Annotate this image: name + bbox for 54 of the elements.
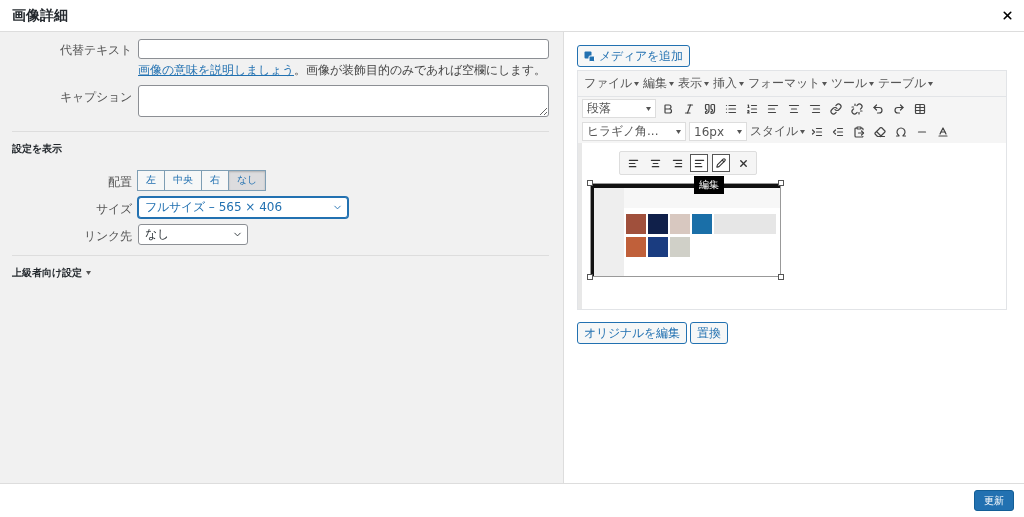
font-select[interactable]: ヒラギノ角...: [582, 122, 686, 141]
window-title: 画像詳細: [12, 6, 68, 25]
alignment-option[interactable]: なし: [228, 169, 266, 191]
update-button[interactable]: 更新: [974, 490, 1014, 511]
image-align-icon[interactable]: [690, 154, 708, 172]
caption-field[interactable]: [138, 84, 549, 117]
tooltip: 編集: [694, 176, 724, 194]
resize-handle[interactable]: [587, 180, 593, 186]
alignment-option[interactable]: 左: [137, 169, 165, 191]
menu-item[interactable]: ファイル: [584, 75, 639, 92]
caret-icon: [704, 81, 709, 86]
field-label: 配置: [107, 173, 132, 191]
font-size-select[interactable]: 16px: [689, 122, 747, 141]
menu-item[interactable]: テーブル: [878, 75, 933, 92]
menu-item[interactable]: ツール: [831, 75, 874, 92]
menu-item[interactable]: 表示: [678, 75, 709, 92]
field-label: キャプション: [59, 88, 132, 106]
caret-icon: [646, 106, 651, 111]
format-select[interactable]: 段落: [582, 99, 656, 118]
caret-icon: [669, 81, 674, 86]
image-action-button[interactable]: 置換: [690, 322, 728, 344]
caret-icon: [822, 81, 827, 86]
menu-item[interactable]: 編集: [643, 75, 674, 92]
alt-text-field[interactable]: [138, 38, 549, 59]
close-icon[interactable]: [1001, 9, 1014, 22]
edit-icon[interactable]: [712, 154, 730, 172]
caret-icon: [800, 129, 805, 134]
alignment-option[interactable]: 右: [201, 169, 229, 191]
add-media-button[interactable]: メディアを追加: [577, 45, 690, 67]
field-label: サイズ: [95, 200, 132, 218]
media-icon: [584, 50, 595, 62]
help-link[interactable]: 画像の意味を説明しましょう: [138, 62, 294, 77]
alignment-option[interactable]: 中央: [164, 169, 202, 191]
caret-icon: [86, 270, 91, 275]
menu-item[interactable]: 挿入: [713, 75, 744, 92]
caret-icon: [676, 129, 681, 134]
resize-handle[interactable]: [587, 274, 593, 280]
menu-item[interactable]: フォーマット: [748, 75, 827, 92]
caret-icon: [737, 129, 742, 134]
field-label: リンク先: [83, 227, 132, 245]
caret-icon: [739, 81, 744, 86]
image-action-button[interactable]: オリジナルを編集: [577, 322, 687, 344]
advanced-settings-toggle[interactable]: 上級者向け設定: [12, 265, 91, 280]
help-text: 画像の意味を説明しましょう。画像が装飾目的のみであれば空欄にします。: [138, 61, 547, 79]
style-menu[interactable]: スタイル: [750, 123, 805, 140]
resize-handle[interactable]: [778, 180, 784, 186]
size-select[interactable]: フルサイズ – 565 × 406: [138, 196, 348, 218]
link-select[interactable]: なし: [138, 223, 248, 245]
caret-icon: [928, 81, 933, 86]
section-heading: 設定を表示: [12, 141, 63, 156]
field-label: 代替テキスト: [59, 42, 132, 59]
caret-icon: [869, 81, 874, 86]
caret-icon: [634, 81, 639, 86]
resize-handle[interactable]: [778, 274, 784, 280]
